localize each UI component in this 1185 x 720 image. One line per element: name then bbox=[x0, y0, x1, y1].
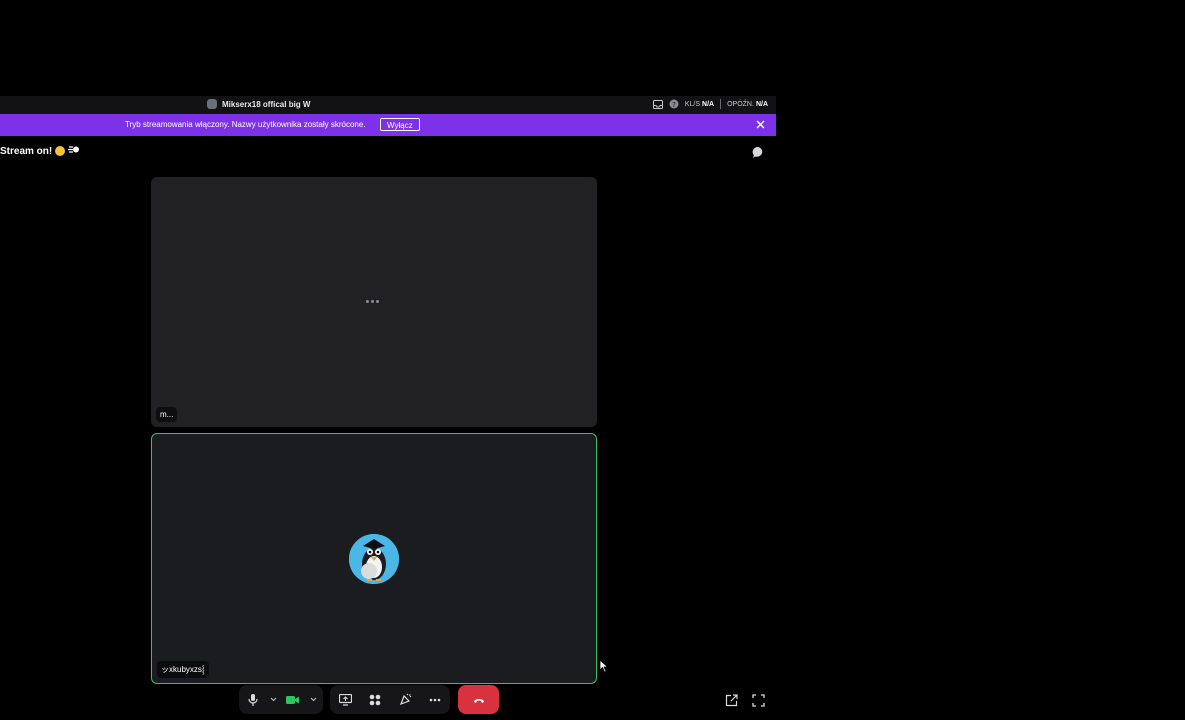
camera-options-chevron-icon[interactable] bbox=[307, 686, 319, 714]
audio-video-group bbox=[239, 685, 323, 714]
mouse-cursor-icon bbox=[599, 659, 609, 673]
participant-tile[interactable]: m... bbox=[151, 177, 597, 427]
title-bar: Mikserx18 offical big W ? KL/S N/A OPÓŹN.… bbox=[0, 96, 776, 114]
svg-text:?: ? bbox=[672, 101, 676, 109]
stat-divider bbox=[720, 99, 722, 109]
titlebar-controls: ? KL/S N/A OPÓŹN. N/A bbox=[652, 99, 768, 109]
fullscreen-icon[interactable] bbox=[750, 692, 766, 708]
avatar bbox=[349, 534, 399, 584]
camera-icon[interactable] bbox=[279, 686, 307, 714]
server-icon bbox=[207, 99, 217, 109]
dashing-away-emoji bbox=[68, 145, 80, 157]
loading-indicator bbox=[366, 300, 379, 303]
voice-call-window: Mikserx18 offical big W ? KL/S N/A OPÓŹN.… bbox=[0, 96, 776, 720]
help-icon[interactable]: ? bbox=[669, 99, 679, 109]
disconnect-icon bbox=[473, 691, 485, 709]
activities-icon[interactable] bbox=[361, 686, 389, 714]
disable-streamer-mode-button[interactable]: Wyłącz bbox=[380, 118, 420, 131]
popout-icon[interactable] bbox=[723, 692, 739, 708]
microphone-icon[interactable] bbox=[239, 686, 267, 714]
latency-stat: OPÓŹN. N/A bbox=[727, 100, 768, 108]
disconnect-button[interactable] bbox=[458, 685, 499, 714]
close-icon[interactable] bbox=[754, 118, 766, 130]
window-title: Mikserx18 offical big W bbox=[222, 99, 311, 109]
more-options-icon[interactable] bbox=[421, 686, 449, 714]
chat-icon[interactable] bbox=[751, 145, 765, 159]
banner-text: Tryb streamowania włączony. Nazwy użytko… bbox=[125, 120, 366, 129]
actions-group bbox=[330, 685, 450, 714]
astonished-face-emoji bbox=[55, 146, 66, 156]
soundboard-icon[interactable] bbox=[391, 686, 419, 714]
participant-tile-speaking[interactable]: ッxkubyxzs⸾ bbox=[151, 433, 597, 684]
mic-options-chevron-icon[interactable] bbox=[267, 686, 279, 714]
participant-name-tag: ッxkubyxzs⸾ bbox=[157, 661, 209, 678]
call-controls bbox=[0, 685, 776, 715]
channel-header: Stream on! bbox=[0, 145, 80, 157]
fps-stat: KL/S N/A bbox=[684, 100, 715, 108]
channel-title: Mikserx18 offical big W bbox=[207, 99, 310, 109]
channel-name: Stream on! bbox=[0, 145, 53, 157]
streamer-mode-banner: Tryb streamowania włączony. Nazwy użytko… bbox=[0, 114, 776, 136]
screen-share-icon[interactable] bbox=[331, 686, 359, 714]
participant-name-tag: m... bbox=[156, 407, 178, 422]
inbox-icon[interactable] bbox=[652, 99, 663, 109]
